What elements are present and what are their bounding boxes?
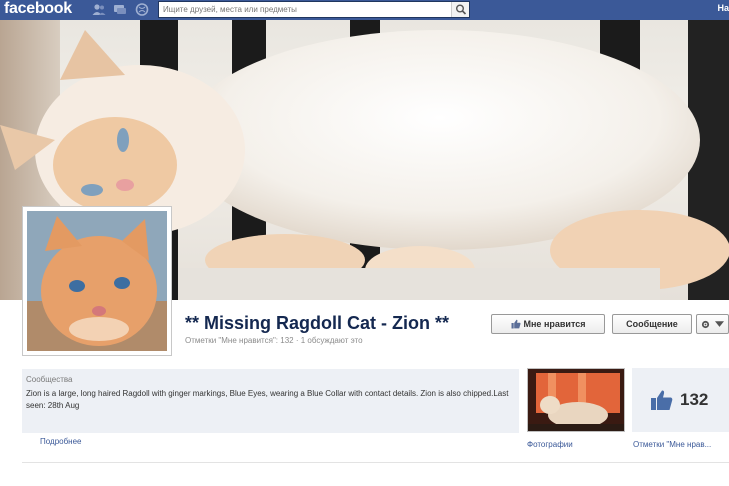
likes-box[interactable]: 132 bbox=[632, 368, 729, 432]
search-icon bbox=[455, 4, 467, 15]
more-info-link[interactable]: Подробнее bbox=[40, 437, 82, 446]
gear-icon bbox=[701, 320, 710, 328]
likes-link[interactable]: Отметки "Мне нрав... bbox=[633, 440, 711, 449]
facebook-logo[interactable]: facebook bbox=[4, 0, 72, 18]
search-box[interactable] bbox=[158, 1, 470, 18]
thumbs-up-icon bbox=[651, 390, 673, 410]
chevron-down-icon bbox=[715, 321, 724, 327]
profile-picture[interactable] bbox=[22, 206, 172, 356]
page-stats-line: Отметки "Мне нравится": 132 · 1 обсуждаю… bbox=[185, 336, 363, 345]
page-title: ** Missing Ragdoll Cat - Zion ** bbox=[185, 313, 450, 333]
account-menu-link[interactable]: На bbox=[717, 3, 729, 13]
messages-icon[interactable] bbox=[113, 3, 127, 16]
divider bbox=[22, 462, 729, 463]
thumbs-up-icon bbox=[511, 319, 521, 329]
notifications-globe-icon[interactable] bbox=[135, 3, 149, 16]
about-text: Zion is a large, long haired Ragdoll wit… bbox=[26, 389, 509, 410]
about-section: Сообщества Zion is a large, long haired … bbox=[22, 369, 519, 433]
cat-face-photo bbox=[27, 211, 167, 351]
search-input[interactable] bbox=[163, 3, 448, 16]
message-button[interactable]: Сообщение bbox=[612, 314, 692, 334]
search-button[interactable] bbox=[451, 2, 469, 17]
top-navigation-bar: facebook На bbox=[0, 0, 729, 20]
friend-requests-icon[interactable] bbox=[92, 3, 106, 16]
photos-thumbnail[interactable] bbox=[527, 368, 625, 432]
message-button-label: Сообщение bbox=[626, 319, 678, 329]
settings-dropdown-button[interactable] bbox=[696, 314, 729, 334]
photos-link[interactable]: Фотографии bbox=[527, 440, 573, 449]
likes-count: 132 bbox=[680, 390, 709, 409]
category-label: Сообщества bbox=[26, 375, 73, 384]
cat-tv-photo bbox=[528, 369, 624, 431]
like-button-label: Мне нравится bbox=[523, 319, 586, 329]
like-button[interactable]: Мне нравится bbox=[491, 314, 605, 334]
